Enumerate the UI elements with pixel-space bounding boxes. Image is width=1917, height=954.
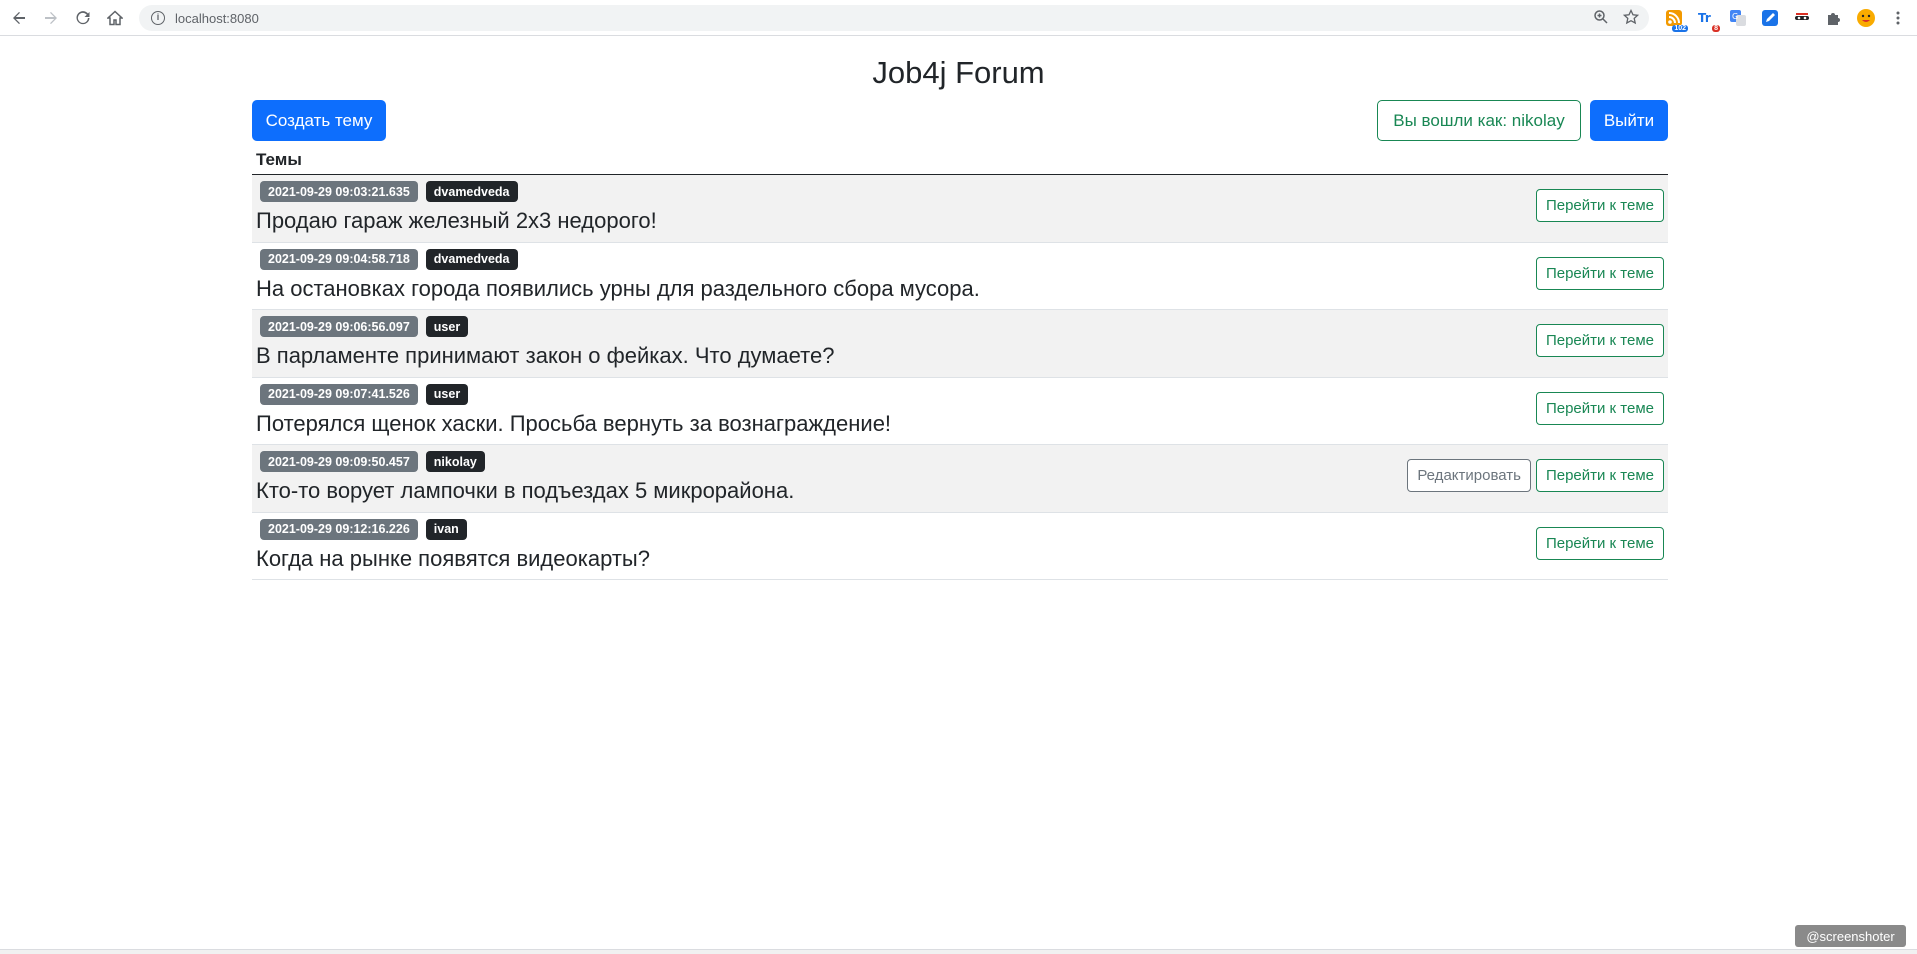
home-icon[interactable] [102, 5, 128, 31]
table-row: 2021-09-29 09:09:50.457 nikolay Кто-то в… [252, 445, 1668, 513]
rss-badge: 102 [1672, 25, 1688, 32]
table-row: 2021-09-29 09:04:58.718 dvamedveda На ос… [252, 243, 1668, 310]
address-bar[interactable]: i localhost:8080 [139, 5, 1649, 31]
back-arrow-icon[interactable] [6, 5, 32, 31]
go-to-topic-button[interactable]: Перейти к теме [1535, 459, 1664, 492]
topic-title: Потерялся щенок хаски. Просьба вернуть з… [256, 410, 892, 436]
topic-title: В парламенте принимают закон о фейках. Ч… [256, 343, 835, 368]
table-row: 2021-09-29 09:07:41.526 user Потерялся щ… [252, 378, 1668, 445]
window-bottom-edge [0, 949, 1917, 954]
topic-title: Кто-то ворует лампочки в подъездах 5 мик… [256, 478, 795, 503]
table-row: 2021-09-29 09:03:21.635 dvamedveda Прода… [252, 175, 1668, 243]
author-badge: dvamedveda [425, 181, 518, 202]
logout-button[interactable]: Выйти [1590, 100, 1668, 141]
logged-in-user-button[interactable]: Вы вошли как: nikolay [1377, 100, 1581, 141]
topic-title: Продаю гараж железный 2х3 недорого! [256, 208, 657, 233]
date-badge: 2021-09-29 09:07:41.526 [260, 383, 418, 405]
bookmark-star-icon[interactable] [1622, 8, 1640, 30]
puzzle-icon[interactable] [1822, 6, 1846, 30]
topics-table-header: Темы [252, 148, 1668, 175]
svg-text:Tr: Tr [1698, 11, 1711, 25]
author-badge: ivan [425, 518, 467, 540]
topic-title: Когда на рынке появятся видеокарты? [256, 545, 650, 571]
go-to-topic-button[interactable]: Перейти к теме [1535, 526, 1664, 560]
edit-topic-button[interactable]: Редактировать [1407, 459, 1531, 492]
page-title: Job4j Forum [872, 55, 1045, 90]
date-badge: 2021-09-29 09:04:58.718 [260, 248, 418, 270]
go-to-topic-button[interactable]: Перейти к теме [1535, 256, 1664, 290]
table-row: 2021-09-29 09:12:16.226 ivan Когда на ры… [252, 513, 1668, 580]
topic-title: На остановках города появились урны для … [256, 275, 980, 301]
date-badge: 2021-09-29 09:06:56.097 [260, 316, 418, 337]
topics-table: Темы 2021-09-29 09:03:21.635 dvamedveda … [252, 148, 1668, 580]
site-info-icon[interactable]: i [151, 11, 165, 25]
date-badge: 2021-09-29 09:12:16.226 [260, 518, 418, 540]
profile-avatar[interactable] [1854, 6, 1878, 30]
svg-text:G: G [1732, 12, 1738, 21]
translate-icon[interactable]: Tr 8 [1694, 6, 1720, 32]
go-to-topic-button[interactable]: Перейти к теме [1535, 189, 1664, 222]
incognito-icon[interactable] [1790, 6, 1814, 30]
table-row: 2021-09-29 09:06:56.097 user В парламент… [252, 310, 1668, 378]
date-badge: 2021-09-29 09:03:21.635 [260, 181, 418, 202]
edit-extension-icon[interactable] [1758, 6, 1782, 30]
google-translate-icon[interactable]: G [1726, 6, 1750, 30]
menu-dots-icon[interactable] [1886, 6, 1910, 30]
zoom-icon[interactable] [1593, 9, 1609, 30]
date-badge: 2021-09-29 09:09:50.457 [260, 451, 418, 472]
browser-toolbar: i localhost:8080 102 Tr 8 G [0, 0, 1917, 36]
go-to-topic-button[interactable]: Перейти к теме [1535, 391, 1664, 425]
translate-badge: 8 [1712, 25, 1720, 32]
author-badge: dvamedveda [425, 248, 518, 270]
forward-arrow-icon[interactable] [38, 5, 64, 31]
go-to-topic-button[interactable]: Перейти к теме [1535, 324, 1664, 357]
author-badge: user [425, 383, 469, 405]
author-badge: nikolay [425, 451, 485, 472]
rss-feed-icon[interactable]: 102 [1662, 6, 1688, 32]
create-topic-button[interactable]: Создать тему [252, 100, 386, 141]
reload-icon[interactable] [70, 5, 96, 31]
screenshoter-watermark: @screenshoter [1795, 925, 1906, 947]
extensions-bar: 102 Tr 8 G [1662, 6, 1910, 32]
author-badge: user [425, 316, 469, 337]
address-url[interactable]: localhost:8080 [175, 11, 259, 26]
